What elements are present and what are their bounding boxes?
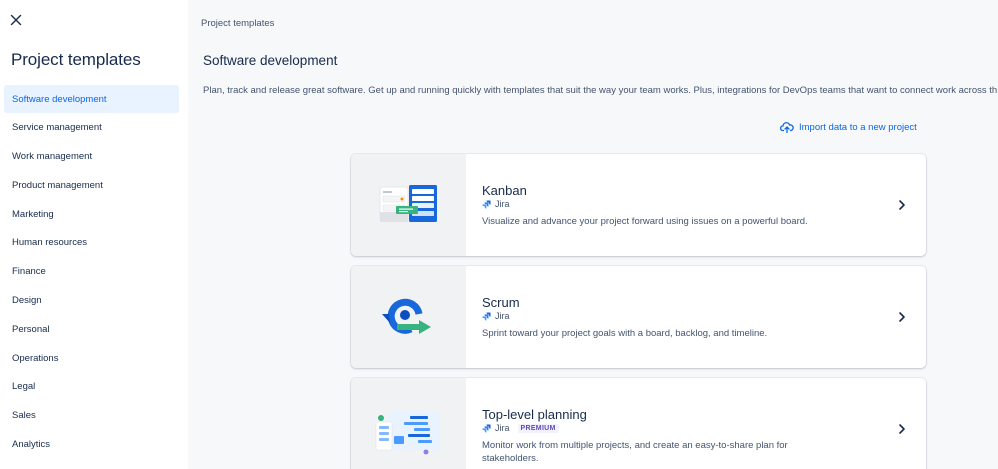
sidebar-item-operations[interactable]: Operations	[4, 344, 179, 372]
template-card-top-level-planning[interactable]: Top-level planning Jira PREMIUM Monitor …	[351, 378, 926, 469]
close-icon	[10, 14, 22, 26]
sidebar-item-software-development[interactable]: Software development	[4, 85, 179, 113]
card-title: Kanban	[482, 183, 527, 198]
template-card-kanban[interactable]: Kanban Jira Visualize and advance your p…	[351, 154, 926, 256]
card-product: Jira	[482, 199, 510, 209]
scrum-illustration	[351, 266, 466, 368]
card-description: Visualize and advance your project forwa…	[482, 216, 808, 227]
sidebar-item-finance[interactable]: Finance	[4, 258, 179, 286]
sidebar-item-product-management[interactable]: Product management	[4, 171, 179, 199]
jira-icon	[482, 199, 491, 209]
chevron-right-icon	[899, 312, 905, 322]
import-data-label: Import data to a new project	[799, 121, 917, 133]
card-description: Monitor work from multiple projects, and…	[482, 440, 788, 464]
card-title: Scrum	[482, 295, 520, 310]
chevron-right-icon	[899, 200, 905, 210]
sidebar-item-design[interactable]: Design	[4, 287, 179, 315]
sidebar-item-marketing[interactable]: Marketing	[4, 200, 179, 228]
jira-icon	[482, 311, 491, 321]
page-description: Plan, track and release great software. …	[203, 85, 998, 96]
cloud-upload-icon	[780, 122, 794, 133]
sidebar-title: Project templates	[11, 50, 141, 69]
page-title: Software development	[203, 53, 338, 68]
main-content: Project templates Software development P…	[188, 0, 998, 469]
sidebar-item-legal[interactable]: Legal	[4, 373, 179, 401]
sidebar-item-human-resources[interactable]: Human resources	[4, 229, 179, 257]
sidebar-item-personal[interactable]: Personal	[4, 315, 179, 343]
product-name: Jira	[495, 311, 510, 321]
jira-icon	[482, 423, 491, 433]
chevron-right-icon	[899, 424, 905, 434]
breadcrumb[interactable]: Project templates	[201, 18, 274, 29]
close-button[interactable]	[8, 12, 24, 28]
card-product: Jira PREMIUM	[482, 423, 559, 433]
premium-badge: PREMIUM	[517, 423, 559, 433]
product-name: Jira	[495, 199, 510, 209]
sidebar-item-service-management[interactable]: Service management	[4, 114, 179, 142]
card-title: Top-level planning	[482, 407, 587, 422]
template-card-scrum[interactable]: Scrum Jira Sprint toward your project go…	[351, 266, 926, 368]
product-name: Jira	[495, 423, 510, 433]
sidebar-item-analytics[interactable]: Analytics	[4, 431, 179, 459]
planning-illustration	[351, 378, 466, 469]
kanban-illustration	[351, 154, 466, 256]
sidebar: Project templates Software development S…	[0, 0, 188, 469]
sidebar-item-sales[interactable]: Sales	[4, 402, 179, 430]
sidebar-category-list: Software development Service management …	[4, 85, 179, 459]
card-description: Sprint toward your project goals with a …	[482, 328, 768, 339]
import-data-link[interactable]: Import data to a new project	[780, 121, 917, 133]
sidebar-item-work-management[interactable]: Work management	[4, 143, 179, 171]
card-product: Jira	[482, 311, 510, 321]
